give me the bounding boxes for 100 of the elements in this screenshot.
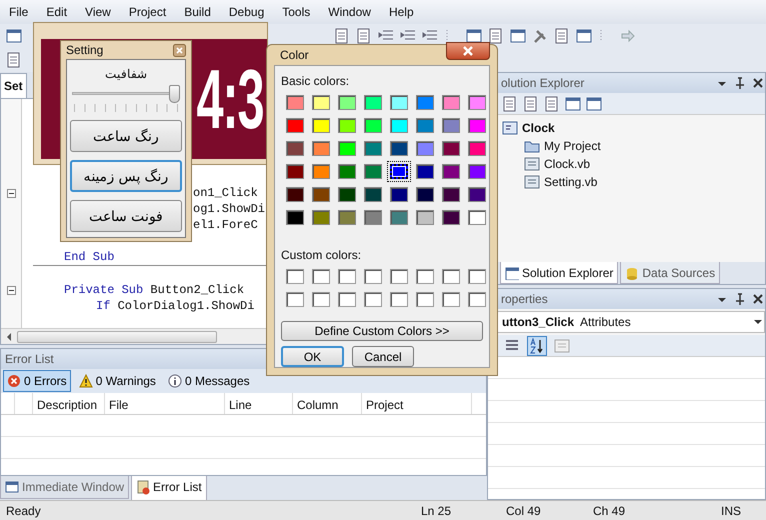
menu-item[interactable]: Build: [175, 3, 220, 21]
color-swatch[interactable]: [286, 164, 304, 179]
color-swatch[interactable]: [338, 292, 356, 307]
panel-tab[interactable]: Immediate Window: [0, 476, 130, 499]
filter-button[interactable]: 0 Errors: [3, 370, 71, 392]
color-swatch[interactable]: [286, 118, 304, 133]
window-icon[interactable]: [6, 28, 22, 44]
column-header[interactable]: Column: [293, 393, 362, 414]
color-swatch[interactable]: [390, 210, 408, 225]
color-swatch[interactable]: [364, 187, 382, 202]
color-swatch[interactable]: [312, 164, 330, 179]
color-swatch[interactable]: [390, 292, 408, 307]
window-icon[interactable]: [586, 96, 602, 112]
color-swatch[interactable]: [338, 118, 356, 133]
filter-button[interactable]: 0 Messages: [164, 370, 254, 392]
tree-item[interactable]: My Project: [544, 137, 601, 155]
collapse-icon[interactable]: [7, 286, 16, 294]
document-icon[interactable]: [6, 52, 22, 68]
color-swatch[interactable]: [312, 210, 330, 225]
menu-item[interactable]: Help: [380, 3, 423, 21]
scroll-left-icon[interactable]: [5, 332, 13, 342]
color-swatch[interactable]: [416, 210, 434, 225]
color-swatch[interactable]: [442, 292, 460, 307]
color-swatch[interactable]: [338, 141, 356, 156]
document-icon[interactable]: [356, 28, 372, 44]
define-colors-button[interactable]: Define Custom Colors >>: [281, 321, 483, 341]
color-swatch[interactable]: [416, 95, 434, 110]
color-swatch[interactable]: [442, 187, 460, 202]
color-swatch[interactable]: [442, 269, 460, 284]
color-swatch[interactable]: [390, 118, 408, 133]
window-icon[interactable]: [576, 28, 592, 44]
color-swatch[interactable]: [468, 118, 486, 133]
document-icon[interactable]: [544, 96, 560, 112]
color-swatch[interactable]: [286, 187, 304, 202]
color-swatch[interactable]: [416, 164, 434, 179]
color-swatch[interactable]: [416, 269, 434, 284]
color-swatch[interactable]: [312, 292, 330, 307]
window-icon[interactable]: [565, 96, 581, 112]
color-swatch[interactable]: [390, 95, 408, 110]
collapse-icon[interactable]: [7, 188, 16, 198]
color-swatch[interactable]: [286, 95, 304, 110]
color-swatch[interactable]: [286, 210, 304, 225]
menu-item[interactable]: Window: [319, 3, 380, 21]
color-swatch[interactable]: [468, 187, 486, 202]
color-swatch[interactable]: [364, 292, 382, 307]
tree-item[interactable]: Setting.vb: [544, 173, 598, 191]
color-swatch[interactable]: [338, 164, 356, 179]
color-swatch[interactable]: [312, 118, 330, 133]
pin-icon[interactable]: [733, 76, 747, 90]
color-swatch[interactable]: [364, 141, 382, 156]
pin-icon[interactable]: [733, 292, 747, 306]
color-swatch[interactable]: [390, 269, 408, 284]
window-icon[interactable]: [466, 28, 482, 44]
panel-tab[interactable]: Solution Explorer: [500, 262, 618, 284]
close-button[interactable]: [446, 42, 490, 60]
color-swatch[interactable]: [286, 269, 304, 284]
ok-button[interactable]: OK: [281, 346, 344, 367]
color-swatch[interactable]: [442, 118, 460, 133]
menu-item[interactable]: Debug: [220, 3, 274, 21]
window-icon[interactable]: [510, 28, 526, 44]
color-swatch[interactable]: [468, 95, 486, 110]
color-swatch[interactable]: [364, 95, 382, 110]
color-swatch[interactable]: [442, 164, 460, 179]
document-tab[interactable]: Set: [0, 73, 27, 98]
color-swatch[interactable]: [416, 141, 434, 156]
color-swatch[interactable]: [364, 164, 382, 179]
color-swatch[interactable]: [364, 269, 382, 284]
view-button[interactable]: [527, 336, 547, 356]
wrench-icon[interactable]: [532, 28, 548, 44]
color-swatch[interactable]: [442, 141, 460, 156]
menu-item[interactable]: View: [76, 3, 120, 21]
setting-button[interactable]: رنگ ساعت: [70, 120, 182, 152]
color-swatch[interactable]: [390, 187, 408, 202]
color-swatch[interactable]: [338, 210, 356, 225]
cancel-button[interactable]: Cancel: [352, 346, 414, 367]
filter-button[interactable]: 0 Warnings: [74, 370, 160, 392]
color-swatch[interactable]: [286, 292, 304, 307]
color-swatch[interactable]: [286, 141, 304, 156]
menu-item[interactable]: Project: [120, 3, 176, 21]
slider-thumb[interactable]: [169, 85, 180, 103]
document-icon[interactable]: [334, 28, 350, 44]
color-swatch[interactable]: [442, 95, 460, 110]
color-swatch[interactable]: [390, 164, 408, 179]
color-swatch[interactable]: [416, 292, 434, 307]
color-swatch[interactable]: [312, 141, 330, 156]
color-swatch[interactable]: [468, 141, 486, 156]
document-icon[interactable]: [554, 28, 570, 44]
color-swatch[interactable]: [364, 118, 382, 133]
document-icon[interactable]: [488, 28, 504, 44]
color-swatch[interactable]: [442, 210, 460, 225]
color-swatch[interactable]: [468, 210, 486, 225]
close-icon[interactable]: [751, 76, 765, 90]
setting-button[interactable]: رنگ پس زمینه: [70, 160, 182, 192]
color-swatch[interactable]: [416, 187, 434, 202]
color-swatch[interactable]: [338, 269, 356, 284]
slider-track[interactable]: [72, 85, 180, 101]
setting-button[interactable]: فونت ساعت: [70, 200, 182, 232]
menu-item[interactable]: File: [0, 3, 38, 21]
scrollbar-thumb[interactable]: [17, 330, 217, 342]
color-swatch[interactable]: [312, 187, 330, 202]
